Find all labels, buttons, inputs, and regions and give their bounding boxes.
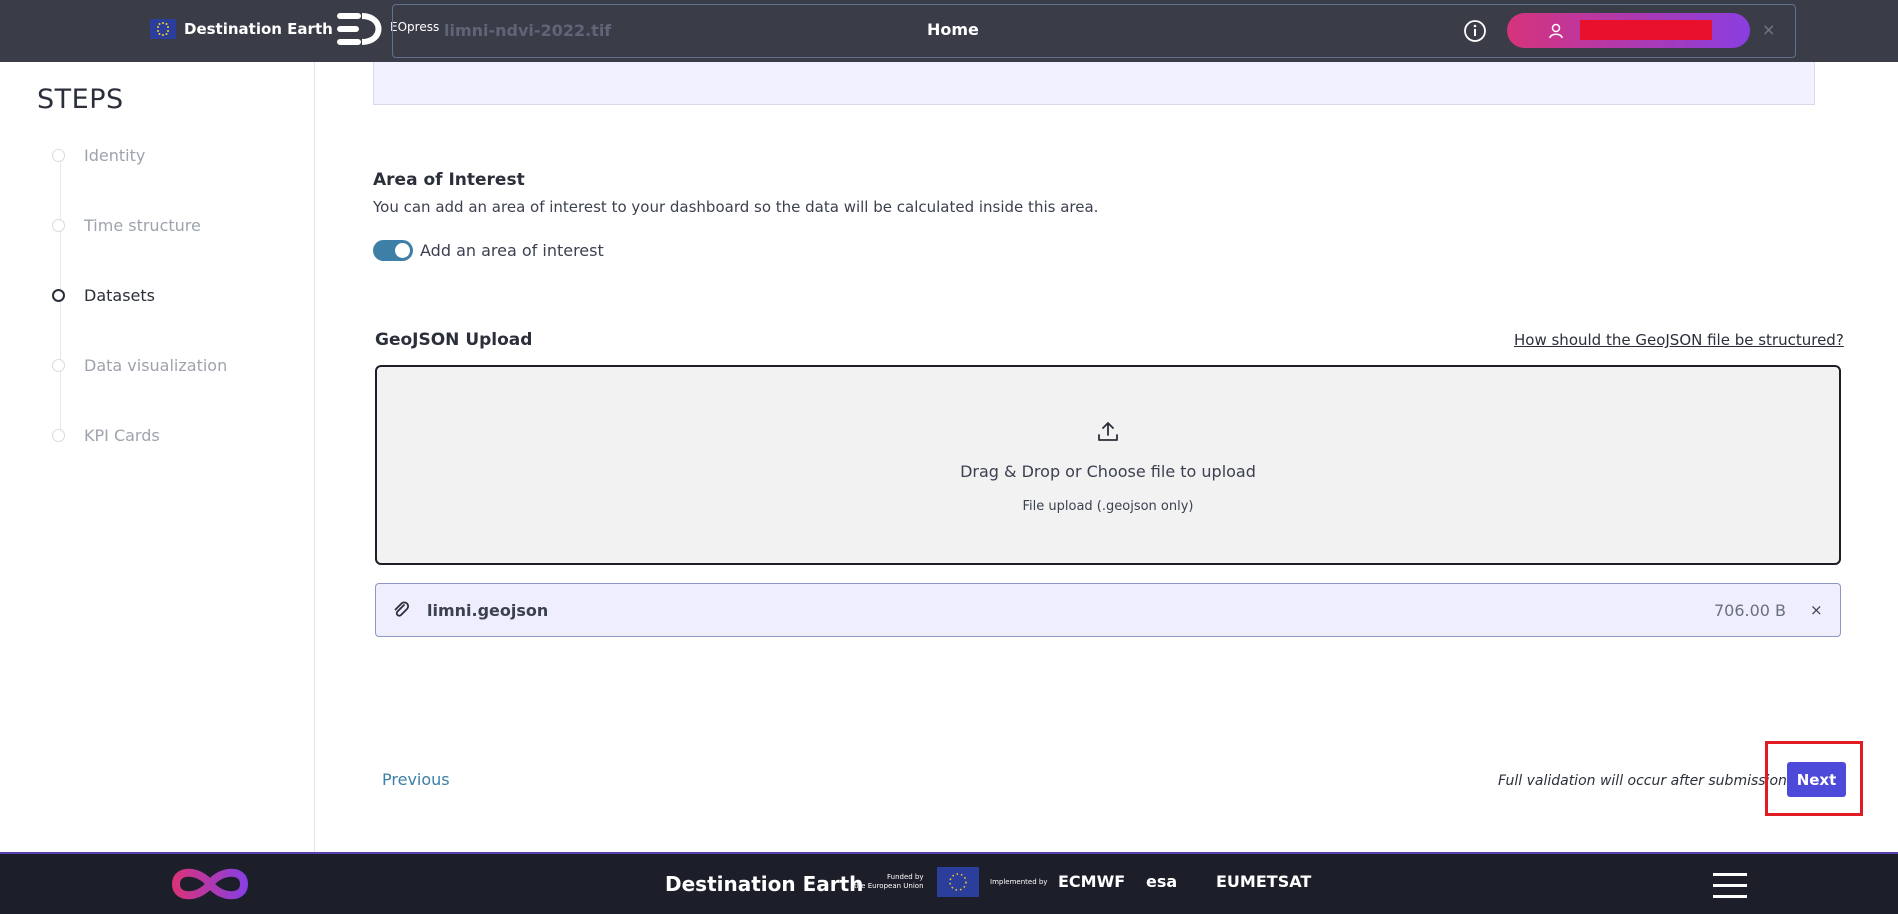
dropzone-subtext: File upload (.geojson only) <box>1022 499 1194 514</box>
footer-title: Destination Earth <box>665 872 864 896</box>
step-indicator <box>52 429 65 442</box>
hamburger-menu-icon[interactable] <box>1713 873 1747 899</box>
step-datasets[interactable]: Datasets <box>52 286 155 305</box>
uploaded-file-card <box>375 583 1841 637</box>
geojson-help-link[interactable]: How should the GeoJSON file be structure… <box>1514 331 1844 349</box>
step-indicator <box>52 219 65 232</box>
geojson-heading: GeoJSON Upload <box>375 330 533 350</box>
funded-line-1: Funded by <box>886 873 924 881</box>
eu-flag-icon <box>937 867 979 897</box>
step-time-structure[interactable]: Time structure <box>52 216 201 235</box>
redacted-username <box>1580 20 1712 40</box>
step-indicator <box>52 359 65 372</box>
steps-title: STEPS <box>37 84 124 115</box>
step-identity[interactable]: Identity <box>52 146 145 165</box>
brand-label: Destination Earth <box>184 20 333 38</box>
step-label: Data visualization <box>84 356 228 375</box>
dropzone-text: Drag & Drop or Choose file to upload <box>960 462 1256 481</box>
validation-note: Full validation will occur after submiss… <box>1498 773 1792 789</box>
previous-button[interactable]: Previous <box>382 770 450 789</box>
aoi-toggle[interactable] <box>373 240 413 261</box>
eu-flag-icon <box>150 19 176 39</box>
aoi-description: You can add an area of interest to your … <box>373 198 1099 216</box>
esa-logo: esa <box>1146 872 1178 891</box>
eopress-logo[interactable]: EOpress <box>336 12 439 46</box>
close-icon[interactable]: × <box>1762 20 1775 39</box>
eopress-label: EOpress <box>390 20 440 34</box>
top-header: Destination Earth EOpress Home × <box>0 0 1898 62</box>
info-icon[interactable] <box>1463 19 1487 43</box>
remove-file-button[interactable]: × <box>1810 601 1823 619</box>
infinity-logo-icon[interactable] <box>166 862 254 906</box>
step-label: Identity <box>84 146 146 165</box>
step-label: KPI Cards <box>84 426 160 445</box>
upload-icon <box>1098 422 1118 441</box>
next-button[interactable]: Next <box>1787 762 1846 797</box>
step-kpi-cards[interactable]: KPI Cards <box>52 426 160 445</box>
implemented-by-text: Implemented by <box>990 878 1048 886</box>
aoi-toggle-label[interactable]: Add an area of interest <box>420 241 604 260</box>
eumetsat-logo: EUMETSAT <box>1216 872 1312 891</box>
step-indicator <box>52 149 65 162</box>
paperclip-icon <box>394 601 410 617</box>
step-data-visualization[interactable]: Data visualization <box>52 356 227 375</box>
dataset-file-name: limni-ndvi-2022.tif <box>444 21 612 40</box>
destination-earth-brand[interactable]: Destination Earth <box>150 19 333 39</box>
uploaded-file-size: 706.00 B <box>1713 601 1786 620</box>
step-label: Time structure <box>84 216 201 235</box>
user-icon <box>1549 23 1563 39</box>
steps-sidebar: STEPS Identity Time structure Datasets D… <box>0 62 315 852</box>
aoi-heading: Area of Interest <box>373 170 525 190</box>
page-title: Home <box>927 20 979 39</box>
step-indicator-active <box>52 289 65 302</box>
funded-line-2: the European Union <box>854 882 924 890</box>
user-menu-button[interactable] <box>1507 13 1750 48</box>
step-label: Datasets <box>84 286 155 305</box>
ecmwf-logo: ECMWF <box>1058 872 1126 891</box>
funded-by-text: Funded by the European Union <box>854 873 924 891</box>
uploaded-file-name: limni.geojson <box>427 601 549 620</box>
toggle-knob <box>395 243 410 258</box>
eopress-logo-icon <box>337 13 382 45</box>
